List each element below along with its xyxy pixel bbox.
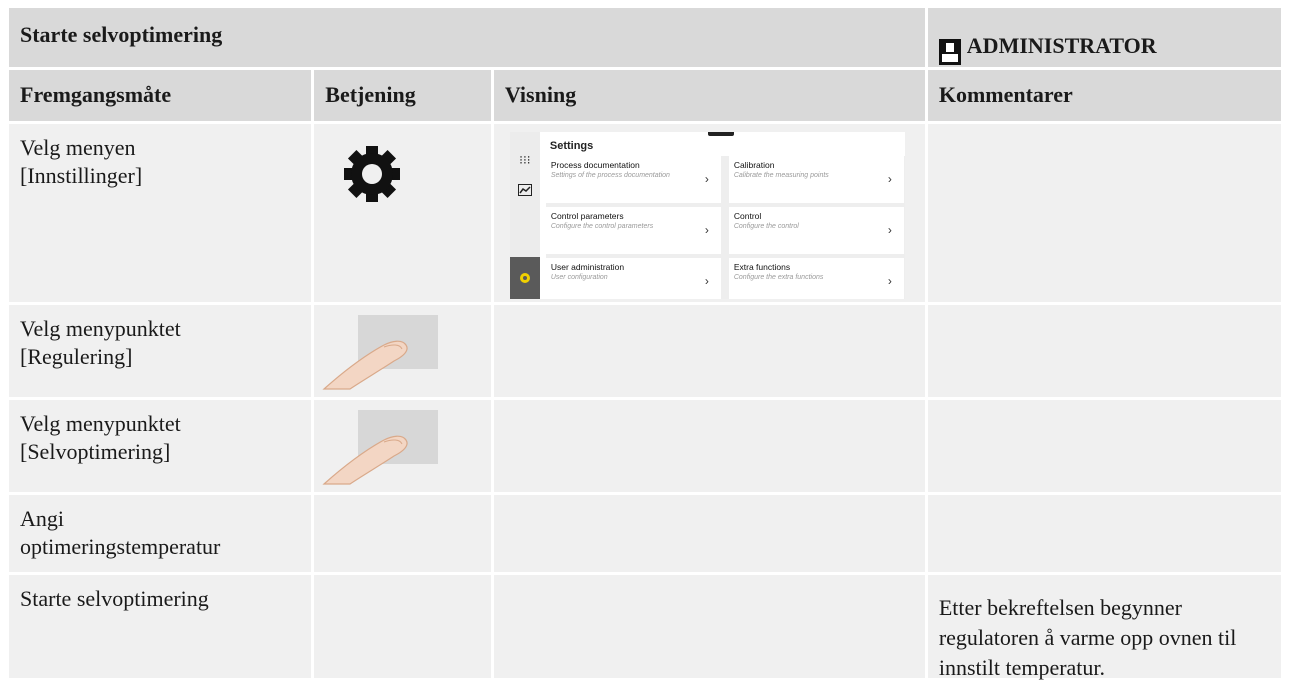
chevron-right-icon: › [704,172,709,186]
chevron-right-icon: › [887,274,892,288]
top-handle [707,132,734,136]
role-cell: ADMINISTRATOR [927,8,1281,67]
tile-extra-functions[interactable]: Extra functions Configure the extra func… [728,258,904,299]
table-row: Velg menypunktet [Regulering] [9,305,1281,397]
table-row: Starte selvoptimering Etter bekreftelsen… [9,575,1281,680]
tile-process-documentation[interactable]: Process documentation Settings of the pr… [545,156,721,203]
settings-screenshot: ⁝⁝⁝ Settings Process documentation Setti… [509,132,905,299]
comment-text [928,495,1281,523]
apps-grid-icon: ⁝⁝⁝ [519,153,531,167]
step-text: Starte selvoptimering [20,586,209,611]
tile-calibration[interactable]: Calibration Calibrate the measuring poin… [728,156,904,203]
user-icon [938,39,961,65]
settings-tile-grid: Process documentation Settings of the pr… [545,156,905,299]
hand-tap-icon [322,315,439,390]
column-header-procedure: Fremgangsmåte [9,70,312,121]
instruction-table: Starte selvoptimering ADMINISTRATOR Frem… [9,8,1281,680]
role-label: ADMINISTRATOR [966,33,1157,58]
tile-user-administration[interactable]: User administration User configuration › [545,258,721,299]
step-text: Angi optimeringstemperatur [20,506,221,559]
step-text: Velg menyen [Innstillinger] [20,135,143,188]
column-header-operation: Betjening [314,70,491,121]
comment-text [928,124,1281,152]
comment-text: Etter bekreftelsen begynner regulatoren … [938,595,1237,680]
table-title-cell: Starte selvoptimering [9,8,925,67]
tile-control[interactable]: Control Configure the control › [728,207,904,254]
settings-gear-icon [519,273,530,283]
step-text: Velg menypunktet [Selvoptimering] [20,411,181,464]
table-row: Angi optimeringstemperatur [9,495,1281,572]
comment-text [928,400,1281,428]
hand-tap-icon [322,410,439,485]
page-title: Starte selvoptimering [20,22,223,47]
table-row: Velg menypunktet [Selvoptimering] [9,400,1281,492]
chart-icon [517,184,533,200]
chevron-right-icon: › [704,274,709,288]
sidebar-rail: ⁝⁝⁝ [509,132,540,299]
chevron-right-icon: › [704,223,709,237]
sidebar-active-item [509,257,540,299]
column-header-comments: Kommentarer [927,70,1281,121]
tile-control-parameters[interactable]: Control parameters Configure the control… [545,207,721,254]
screen-title: Settings [549,140,594,152]
chevron-right-icon: › [887,172,892,186]
step-text: Velg menypunktet [Regulering] [20,316,181,369]
comment-text [928,305,1281,333]
table-row: Velg menyen [Innstillinger] ⁝⁝⁝ Settings… [9,124,1281,302]
column-header-display: Visning [493,70,925,121]
chevron-right-icon: › [887,223,892,237]
gear-icon [344,146,401,202]
